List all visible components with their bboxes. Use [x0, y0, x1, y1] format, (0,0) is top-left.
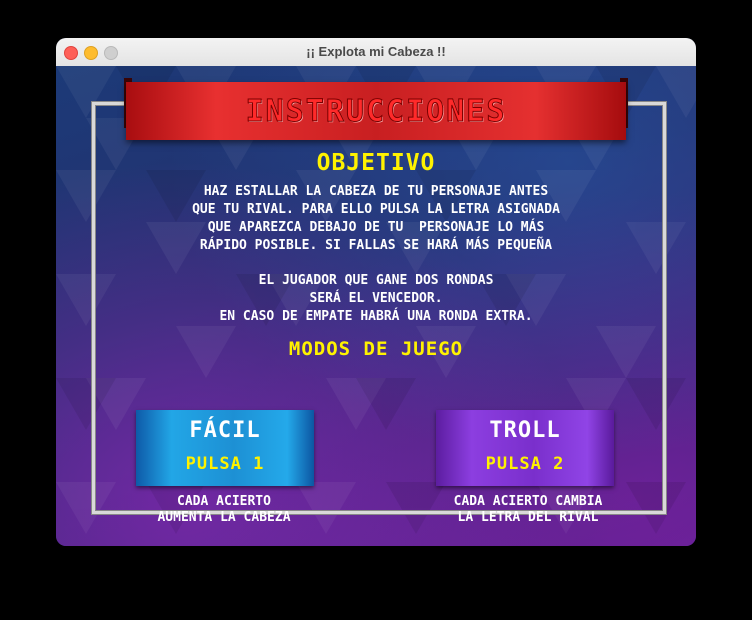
banner-title: INSTRUCCIONES: [245, 94, 507, 130]
game-modes-heading: MODOS DE JUEGO: [288, 338, 464, 360]
mode-troll-desc-line: LA LETRA DEL RIVAL: [457, 510, 599, 525]
instructions-screen: INSTRUCCIONES OBJETIVO HAZ ESTALLAR LA C…: [56, 66, 696, 546]
objective-line: RÁPIDO POSIBLE. SI FALLAS SE HARÁ MÁS PE…: [199, 238, 553, 253]
rules-line: EN CASO DE EMPATE HABRÁ UNA RONDA EXTRA.: [219, 309, 533, 324]
objective-line: QUE TU RIVAL. PARA ELLO PULSA LA LETRA A…: [192, 202, 560, 217]
title-bar[interactable]: ¡¡ Explota mi Cabeza !!: [56, 38, 696, 67]
app-window: ¡¡ Explota mi Cabeza !! INSTRUCCIONES OB…: [56, 38, 696, 546]
objective-line: HAZ ESTALLAR LA CABEZA DE TU PERSONAJE A…: [203, 184, 549, 199]
mode-troll-description: CADA ACIERTO CAMBIA LA LETRA DEL RIVAL: [418, 494, 638, 526]
title-banner: INSTRUCCIONES: [126, 82, 626, 140]
mode-troll-desc-line: CADA ACIERTO CAMBIA: [453, 494, 603, 509]
mode-troll-key: PULSA 2: [485, 454, 565, 474]
mode-facil-button[interactable]: FÁCIL PULSA 1: [136, 410, 314, 486]
window-title: ¡¡ Explota mi Cabeza !!: [306, 44, 446, 59]
mode-troll-button[interactable]: TROLL PULSA 2: [436, 410, 614, 486]
mode-facil-key: PULSA 1: [185, 454, 265, 474]
mode-troll-name: TROLL: [489, 418, 561, 443]
mode-facil-desc-line: AUMENTA LA CABEZA: [157, 510, 291, 525]
rules-line: EL JUGADOR QUE GANE DOS RONDAS: [258, 273, 494, 288]
rules-line: SERÁ EL VENCEDOR.: [309, 291, 443, 306]
objective-line: QUE APAREZCA DEBAJO DE TU PERSONAJE LO M…: [207, 220, 545, 235]
mode-facil-name: FÁCIL: [189, 418, 261, 443]
objective-text: HAZ ESTALLAR LA CABEZA DE TU PERSONAJE A…: [56, 183, 696, 255]
mode-facil-description: CADA ACIERTO AUMENTA LA CABEZA: [114, 494, 334, 526]
objective-heading: OBJETIVO: [316, 150, 436, 176]
mode-facil-desc-line: CADA ACIERTO: [177, 494, 271, 509]
rules-text: EL JUGADOR QUE GANE DOS RONDAS SERÁ EL V…: [56, 272, 696, 326]
